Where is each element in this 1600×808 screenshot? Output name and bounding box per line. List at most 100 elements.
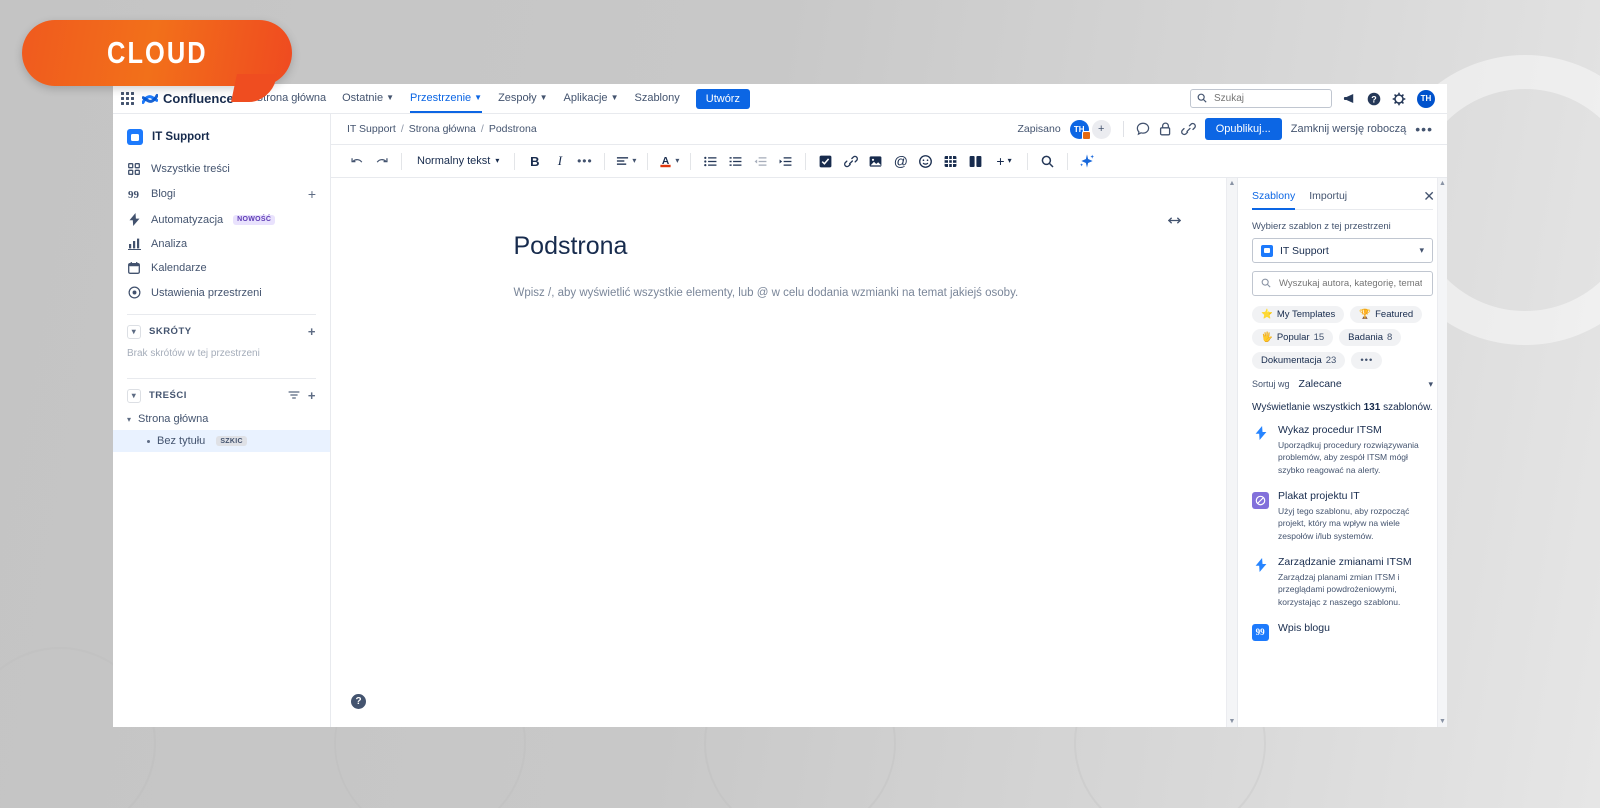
- editor-placeholder[interactable]: Wpisz /, aby wyświetlić wszystkie elemen…: [514, 285, 1044, 302]
- nav-item-spaces[interactable]: Przestrzenie ▼: [402, 85, 490, 113]
- chip-popular[interactable]: 🖐 Popular 15: [1252, 329, 1334, 346]
- avatar[interactable]: TH: [1417, 89, 1435, 108]
- grid-apps-icon[interactable]: [121, 92, 134, 105]
- chevron-down-icon[interactable]: ▾: [127, 415, 131, 424]
- text-style-dropdown[interactable]: Normalny tekst ▾: [410, 150, 506, 173]
- breadcrumb-item-current[interactable]: Podstrona: [489, 123, 537, 135]
- nav-item-templates[interactable]: Szablony: [626, 85, 687, 112]
- scroll-up-arrow-icon[interactable]: ▲: [1229, 180, 1236, 187]
- breadcrumb-item-parent[interactable]: Strona główna: [409, 123, 476, 135]
- mention-at-icon[interactable]: @: [889, 150, 912, 173]
- sidebar-section-shortcuts[interactable]: ▾ SKRÓTY +: [113, 319, 330, 344]
- close-icon[interactable]: ✕: [1423, 188, 1435, 205]
- divider: [647, 152, 649, 170]
- more-formatting-button[interactable]: •••: [573, 150, 596, 173]
- chip-more[interactable]: •••: [1351, 352, 1383, 369]
- template-item[interactable]: Zarządzanie zmianami ITSM Zarządzaj plan…: [1252, 556, 1433, 608]
- tree-item-strona-glowna[interactable]: ▾ Strona główna: [113, 408, 330, 430]
- chevron-down-icon[interactable]: ▾: [127, 388, 141, 403]
- publish-button[interactable]: Opublikuj...: [1204, 118, 1282, 140]
- text-align-icon[interactable]: ▾: [613, 150, 639, 173]
- confluence-logo[interactable]: Confluence: [142, 91, 234, 106]
- global-search-box[interactable]: [1190, 89, 1332, 108]
- layout-columns-icon[interactable]: [964, 150, 987, 173]
- tree-item-bez-tytulu[interactable]: Bez tytułu SZKIC: [113, 430, 330, 452]
- gear-icon[interactable]: [1392, 92, 1406, 106]
- link-icon[interactable]: [839, 150, 862, 173]
- restrictions-lock-icon[interactable]: [1159, 122, 1172, 136]
- document: Podstrona Wpisz /, aby wyświetlić wszyst…: [514, 232, 1044, 302]
- chip-featured[interactable]: 🏆 Featured: [1350, 306, 1423, 323]
- space-name: IT Support: [152, 131, 210, 143]
- comment-icon[interactable]: [1136, 122, 1150, 136]
- space-header[interactable]: IT Support: [113, 126, 330, 157]
- nav-item-teams[interactable]: Zespoły ▼: [490, 85, 555, 112]
- chevron-down-icon: ▾: [1419, 245, 1424, 255]
- global-search-input[interactable]: [1212, 92, 1325, 105]
- sidebar-item-space-settings[interactable]: Ustawienia przestrzeni: [113, 280, 330, 305]
- scroll-down-arrow-icon[interactable]: ▼: [1439, 718, 1446, 725]
- image-icon[interactable]: [864, 150, 887, 173]
- avatar[interactable]: TH: [1069, 119, 1091, 140]
- nav-item-apps[interactable]: Aplikacje ▼: [556, 85, 627, 112]
- filter-icon[interactable]: [288, 388, 300, 403]
- templates-scrollbar[interactable]: ▲ ▼: [1437, 178, 1447, 727]
- breadcrumb-item-space[interactable]: IT Support: [347, 123, 396, 135]
- sidebar-section-content[interactable]: ▾ TREŚCI +: [113, 383, 330, 408]
- nav-item-recent[interactable]: Ostatnie ▼: [334, 85, 402, 112]
- scroll-up-arrow-icon[interactable]: ▲: [1439, 180, 1446, 187]
- scroll-down-arrow-icon[interactable]: ▼: [1229, 718, 1236, 725]
- tab-templates[interactable]: Szablony: [1252, 190, 1296, 210]
- chip-dokumentacja[interactable]: Dokumentacja 23: [1252, 352, 1346, 369]
- copy-link-icon[interactable]: [1180, 122, 1196, 136]
- templates-search-input[interactable]: [1277, 277, 1424, 290]
- add-collaborator-button[interactable]: +: [1091, 119, 1111, 139]
- sidebar-item-calendars[interactable]: Kalendarze: [113, 256, 330, 280]
- outdent-icon[interactable]: [749, 150, 772, 173]
- page-canvas[interactable]: Podstrona Wpisz /, aby wyświetlić wszyst…: [331, 178, 1226, 727]
- sidebar-item-blogs[interactable]: 99 Blogi +: [113, 181, 330, 207]
- space-select-label: Wybierz szablon z tej przestrzeni: [1252, 221, 1391, 232]
- megaphone-icon[interactable]: [1343, 92, 1356, 105]
- help-circle-icon[interactable]: ?: [351, 694, 366, 709]
- text-color-button[interactable]: A ▾: [656, 150, 682, 173]
- more-actions-button[interactable]: •••: [1415, 121, 1433, 137]
- bullet-list-icon[interactable]: [699, 150, 722, 173]
- undo-icon[interactable]: [345, 150, 368, 173]
- canvas-scrollbar[interactable]: ▲ ▼: [1226, 178, 1237, 727]
- emoji-icon[interactable]: [914, 150, 937, 173]
- template-item[interactable]: Wykaz procedur ITSM Uporządkuj procedury…: [1252, 424, 1433, 476]
- count-value: 131: [1363, 402, 1381, 413]
- close-draft-button[interactable]: Zamknij wersję roboczą: [1291, 123, 1407, 135]
- table-icon[interactable]: [939, 150, 962, 173]
- add-blog-icon[interactable]: +: [308, 187, 316, 201]
- help-circle-icon[interactable]: ?: [1367, 92, 1381, 106]
- tab-import[interactable]: Importuj: [1309, 190, 1347, 209]
- sort-control[interactable]: Sortuj wg Zalecane ▾: [1252, 378, 1433, 390]
- sidebar-item-all-content[interactable]: Wszystkie treści: [113, 157, 330, 181]
- template-item[interactable]: Plakat projektu IT Użyj tego szablonu, a…: [1252, 490, 1433, 542]
- template-item[interactable]: 99 Wpis blogu: [1252, 622, 1433, 641]
- bold-button[interactable]: B: [523, 150, 546, 173]
- chip-badania[interactable]: Badania 8: [1339, 329, 1402, 346]
- indent-icon[interactable]: [774, 150, 797, 173]
- numbered-list-icon[interactable]: [724, 150, 747, 173]
- chevron-down-icon[interactable]: ▾: [127, 324, 141, 339]
- add-shortcut-icon[interactable]: +: [308, 324, 316, 339]
- space-select[interactable]: IT Support ▾: [1252, 238, 1433, 263]
- create-button[interactable]: Utwórz: [695, 88, 750, 109]
- sidebar-item-automation[interactable]: Automatyzacja NOWOŚĆ: [113, 207, 330, 232]
- redo-icon[interactable]: [370, 150, 393, 173]
- chip-my-templates[interactable]: ⭐ My Templates: [1252, 306, 1345, 323]
- templates-search[interactable]: [1252, 271, 1433, 296]
- ai-sparkle-icon[interactable]: [1076, 150, 1099, 173]
- sidebar-item-analytics[interactable]: Analiza: [113, 232, 330, 256]
- task-checkbox-icon[interactable]: [814, 150, 837, 173]
- page-title[interactable]: Podstrona: [514, 232, 1044, 261]
- insert-more-button[interactable]: + ▾: [989, 150, 1018, 173]
- add-page-icon[interactable]: +: [308, 388, 316, 403]
- italic-button[interactable]: I: [548, 150, 571, 173]
- expand-width-icon[interactable]: [1167, 214, 1182, 228]
- template-description: Zarządzaj planami zmian ITSM i przegląda…: [1278, 571, 1401, 607]
- search-icon[interactable]: [1036, 150, 1059, 173]
